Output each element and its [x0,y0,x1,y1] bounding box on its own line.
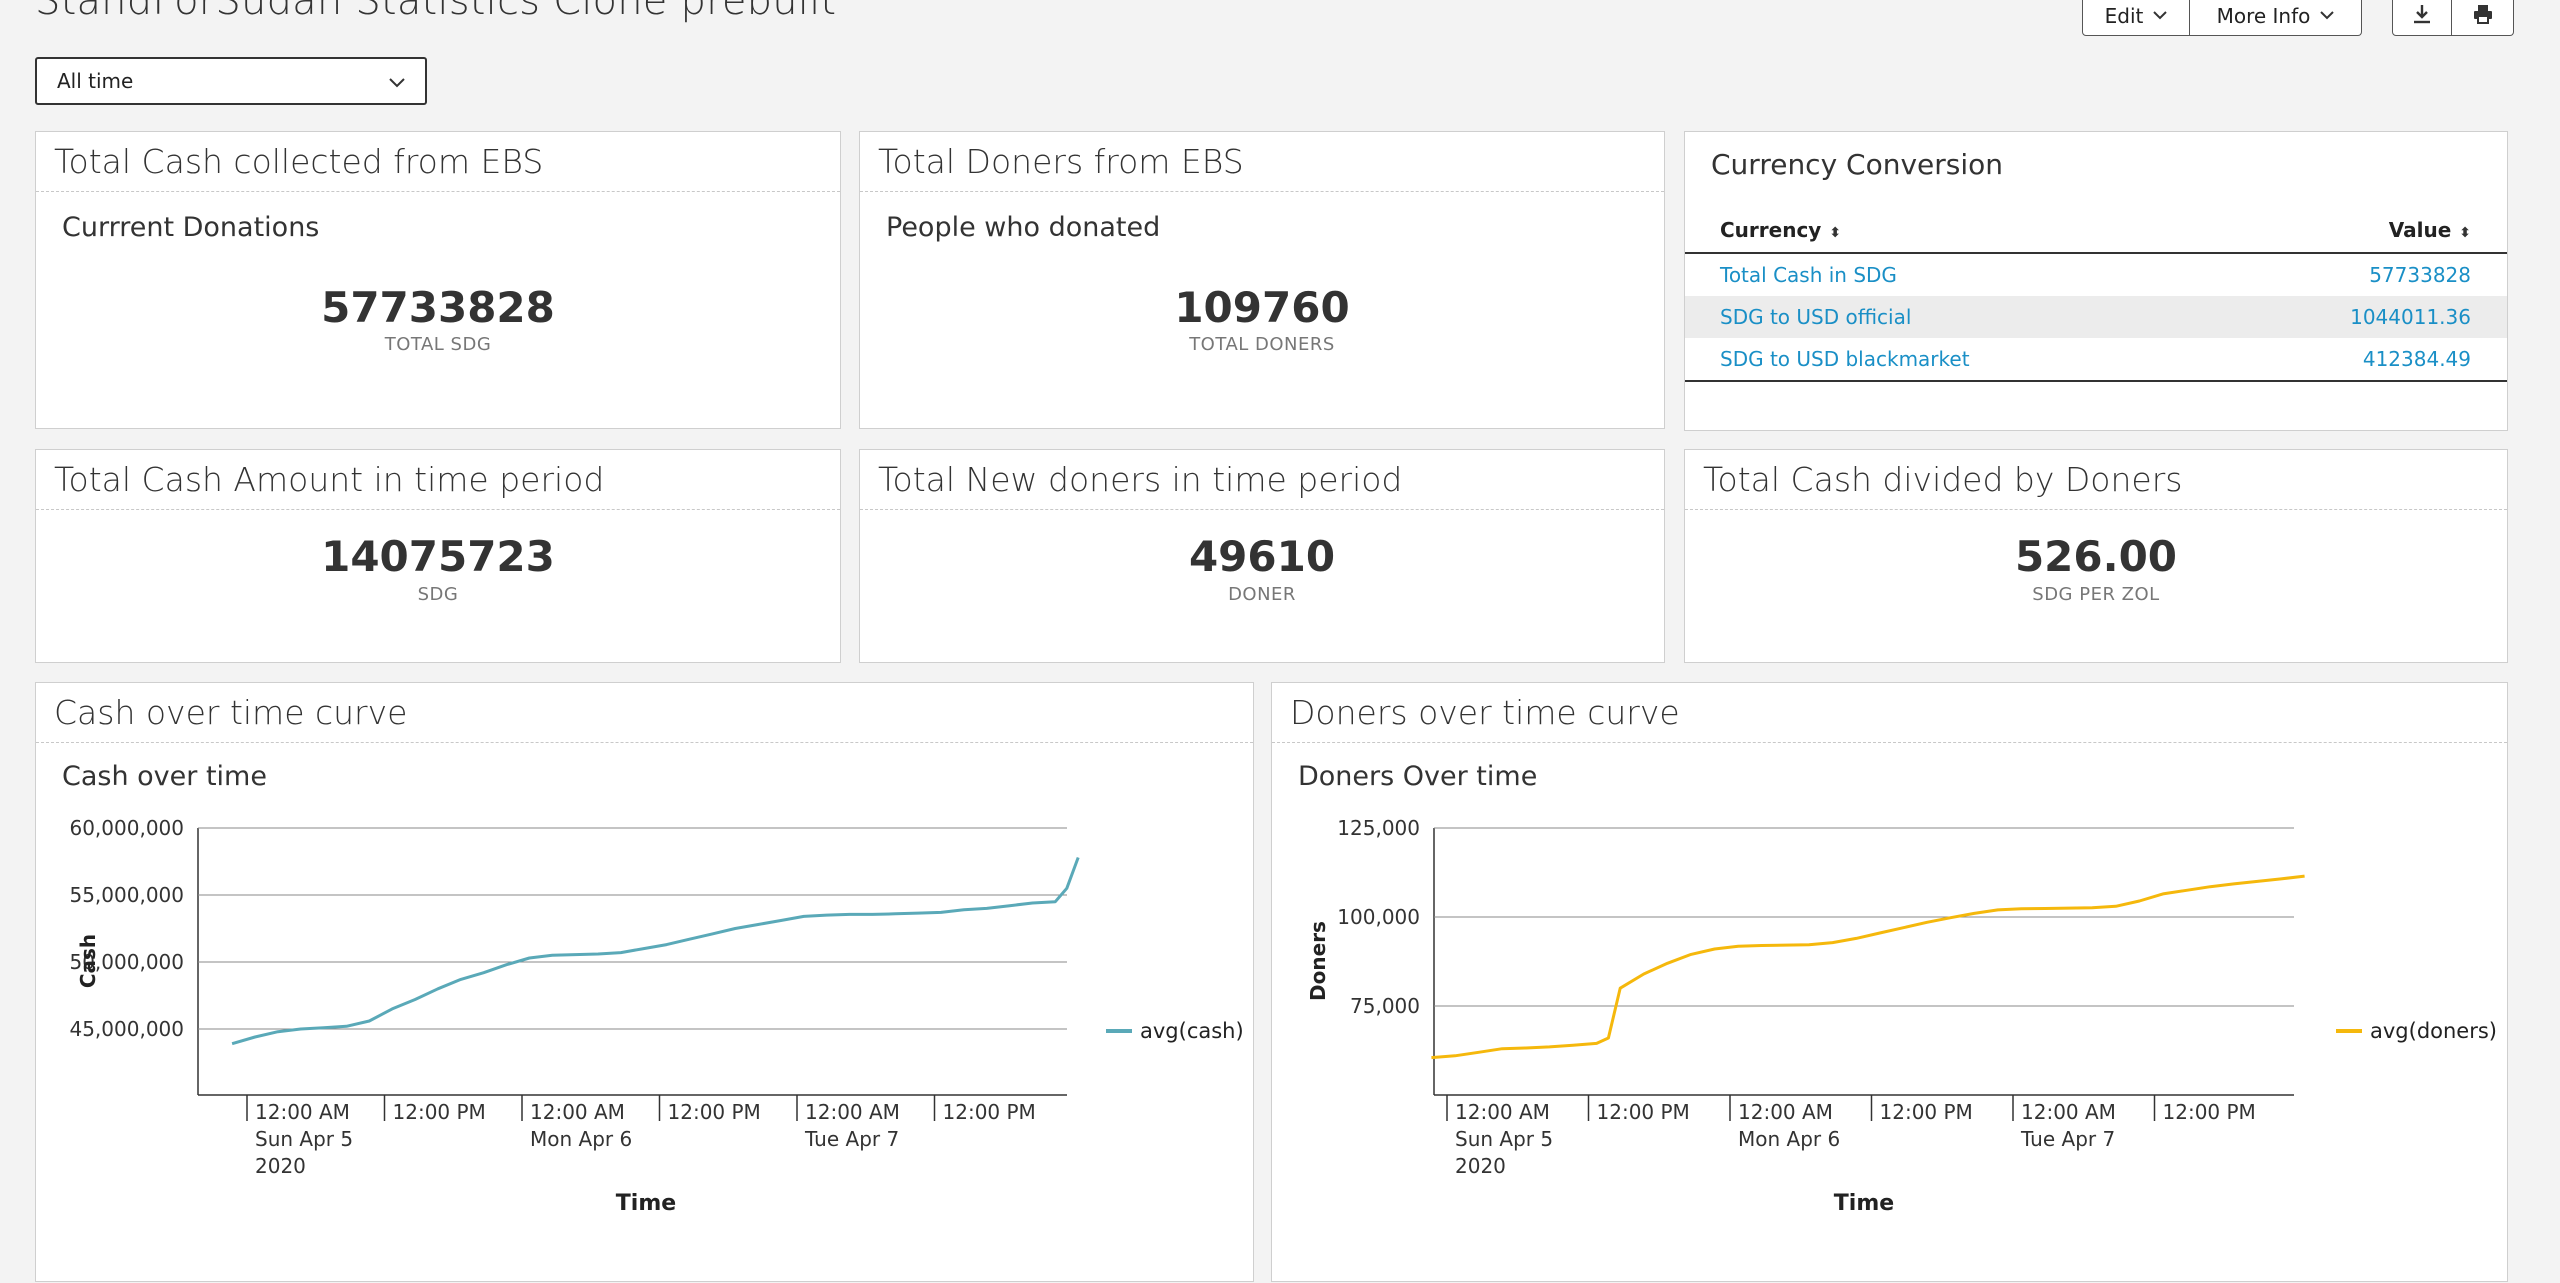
sort-icon: ⬍ [1829,225,1842,241]
cash-period-card: Total Cash Amount in time period 1407572… [35,449,841,663]
cash-line-chart: 45,000,00050,000,00055,000,00060,000,000… [69,816,1243,1216]
card-title: Total Doners from EBS [860,132,1664,192]
x-axis-label: Time [616,1191,676,1216]
big-number-unit: TOTAL SDG [384,334,492,355]
x-tick-label: 12:00 PM [393,1100,486,1124]
y-tick-label: 55,000,000 [69,883,184,907]
x-tick-label: 12:00 AM [1455,1100,1550,1124]
card-title: Doners over time curve [1272,683,2507,743]
x-tick-label: 12:00 AM [255,1100,350,1124]
big-number-unit: SDG PER ZOL [2032,584,2160,605]
more-info-button[interactable]: More Info [2190,0,2362,36]
x-tick-label: Tue Apr 7 [2020,1127,2115,1151]
big-number-unit: SDG [417,584,459,605]
download-icon [2411,3,2433,30]
x-tick-label: 12:00 PM [1880,1100,1973,1124]
y-axis-label: Cash [76,934,100,988]
y-tick-label: 75,000 [1350,994,1420,1018]
x-tick-label: 12:00 AM [805,1100,900,1124]
chevron-down-icon [389,69,405,93]
cash-per-doner-card: Total Cash divided by Doners 526.00 SDG … [1684,449,2508,663]
x-tick-label: 12:00 AM [2021,1100,2116,1124]
x-axis-label: Time [1834,1191,1894,1216]
card-title: Total Cash collected from EBS [36,132,840,192]
chevron-down-icon [2320,8,2335,24]
y-axis-label: Doners [1306,921,1330,1001]
table-header: Currency ⬍ Value ⬍ [1685,208,2507,254]
big-number: 49610 [1188,532,1336,581]
new-doners-card: Total New doners in time period 49610 DO… [859,449,1665,663]
table-row: SDG to USD blackmarket 412384.49 [1685,338,2507,380]
series-line [1431,874,2305,1060]
x-tick-label: 12:00 AM [1738,1100,1833,1124]
time-range-value: All time [57,69,134,93]
card-title: Total New doners in time period [860,450,1664,510]
x-tick-label: 12:00 PM [668,1100,761,1124]
x-tick-label: Mon Apr 6 [530,1127,632,1151]
cell-currency[interactable]: Total Cash in SDG [1720,263,1897,287]
edit-button-label: Edit [2104,4,2144,28]
sort-icon: ⬍ [2459,225,2471,241]
x-tick-label: 12:00 AM [530,1100,625,1124]
edit-button[interactable]: Edit [2082,0,2190,36]
x-tick-label: 12:00 PM [1597,1100,1690,1124]
x-tick-label: 2020 [255,1154,306,1178]
cash-chart-panel: Cash over time curve Cash over time 45,0… [35,682,1254,1282]
cell-value[interactable]: 57733828 [2369,263,2471,287]
chart-plot-area: 75,000 100,000 125,000 12:00 AM Sun Apr 5 202… [1306,816,2497,1216]
table-row: SDG to USD official 1044011.36 [1685,296,2507,338]
table-row: Total Cash in SDG 57733828 [1685,254,2507,296]
more-info-button-label: More Info [2216,4,2311,28]
big-number-unit: DONER [1228,584,1296,605]
big-number: 57733828 [321,283,555,332]
cell-currency[interactable]: SDG to USD official [1720,305,1911,329]
series-line [231,856,1080,1046]
big-number: 14075723 [321,532,555,581]
currency-conversion-card: Currency Conversion Currency ⬍ Value ⬍ Tot… [1684,131,2508,431]
card-title: Currency Conversion [1711,148,2004,181]
y-tick-label: 60,000,000 [69,816,184,840]
column-header-currency[interactable]: Currency ⬍ [1720,218,1841,242]
x-tick-label: Mon Apr 6 [1738,1127,1840,1151]
y-tick-label: 100,000 [1337,905,1420,929]
cell-value[interactable]: 412384.49 [2363,347,2471,371]
chevron-down-icon [2153,8,2168,24]
doners-chart-panel: Doners over time curve Doners Over time … [1271,682,2508,1282]
big-number-unit: TOTAL DONERS [1189,334,1335,355]
card-subtitle: Currrent Donations [62,212,320,243]
x-tick-label: Sun Apr 5 [1455,1127,1553,1151]
x-tick-label: 2020 [1455,1154,1506,1178]
y-tick-label: 125,000 [1337,816,1420,840]
x-tick-label: Tue Apr 7 [804,1127,899,1151]
total-doners-card: Total Doners from EBS People who donated… [859,131,1665,429]
card-title: Total Cash Amount in time period [36,450,840,510]
legend-label: avg(doners) [2370,1019,2497,1043]
doners-line-chart: 75,000 100,000 125,000 12:00 AM Sun Apr 5 202… [1306,816,2497,1216]
time-range-select[interactable]: All time [35,57,427,105]
card-title: Total Cash divided by Doners [1685,450,2507,510]
header-actions: Edit More Info [2082,0,2514,36]
cell-value[interactable]: 1044011.36 [2350,305,2471,329]
x-tick-label: Sun Apr 5 [255,1127,353,1151]
cell-currency[interactable]: SDG to USD blackmarket [1720,347,1970,371]
total-cash-card: Total Cash collected from EBS Currrent D… [35,131,841,429]
x-tick-label: 12:00 PM [943,1100,1036,1124]
big-number: 109760 [1174,283,1350,332]
column-header-value[interactable]: Value ⬍ [2389,218,2471,242]
print-button[interactable] [2452,0,2514,36]
legend-label: avg(cash) [1140,1019,1244,1043]
big-number: 526.00 [2014,532,2178,581]
table-bottom-border [1685,380,2507,382]
x-tick-label: 12:00 PM [2163,1100,2256,1124]
print-icon [2472,3,2494,30]
card-subtitle: People who donated [886,212,1161,243]
chart-plot-area: 45,000,00050,000,00055,000,00060,000,000… [69,816,1243,1216]
dashboard-title: StandForSudan Statistics Clone prebuilt [35,0,837,24]
card-title: Cash over time curve [36,683,1253,743]
currency-table: Currency ⬍ Value ⬍ Total Cash in SDG 57733… [1685,208,2507,382]
download-button[interactable] [2392,0,2452,36]
y-tick-label: 45,000,000 [69,1017,184,1041]
